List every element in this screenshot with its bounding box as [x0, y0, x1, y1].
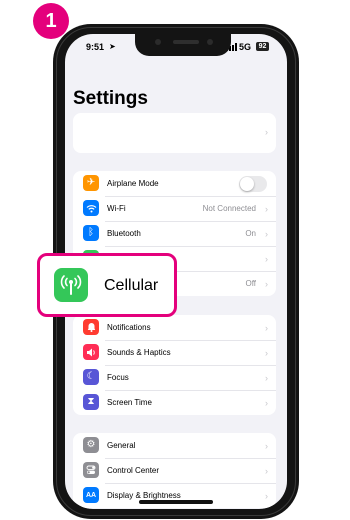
moon-icon: ☾ [83, 369, 99, 385]
display-icon: AA [83, 487, 99, 503]
row-value: On [245, 229, 256, 238]
notifications-group: Notifications › Sounds & Haptics › ☾ Foc… [73, 315, 276, 415]
row-label: Focus [107, 373, 129, 382]
chevron-right-icon: › [265, 372, 268, 383]
row-label: Airplane Mode [107, 179, 159, 188]
row-label: General [107, 441, 136, 450]
row-label: Notifications [107, 323, 151, 332]
row-value: Off [245, 279, 256, 288]
hourglass-icon: ⧗ [83, 394, 99, 410]
settings-row-control-center[interactable]: Control Center › [73, 458, 276, 483]
chevron-right-icon: › [265, 228, 268, 239]
speaker-icon [83, 344, 99, 360]
row-label: Control Center [107, 466, 160, 475]
battery-icon: 92 [256, 42, 269, 51]
chevron-right-icon: › [265, 253, 268, 264]
chevron-right-icon: › [265, 278, 268, 289]
home-indicator [139, 500, 213, 504]
gear-icon: ⚙ [83, 437, 99, 453]
settings-row-notifications[interactable]: Notifications › [73, 315, 276, 340]
settings-row-bluetooth[interactable]: ᛒ Bluetooth On › [73, 221, 276, 246]
chevron-right-icon: › [265, 127, 268, 137]
row-label: Wi-Fi [107, 204, 126, 213]
general-group: ⚙ General › Control Center › AA Display … [73, 433, 276, 508]
cellular-callout[interactable]: Cellular [37, 253, 177, 317]
callout-label: Cellular [104, 277, 159, 294]
page-title: Settings [73, 88, 148, 109]
settings-row-wifi[interactable]: Wi-Fi Not Connected › [73, 196, 276, 221]
cellular-icon [54, 268, 88, 302]
network-type: 5G [239, 42, 252, 52]
wifi-icon [83, 200, 99, 216]
row-label: Display & Brightness [107, 491, 181, 500]
chevron-right-icon: › [265, 203, 268, 214]
chevron-right-icon: › [265, 347, 268, 358]
chevron-right-icon: › [265, 322, 268, 333]
toggles-icon [83, 462, 99, 478]
bell-icon [83, 319, 99, 335]
row-value: Not Connected [202, 204, 256, 213]
settings-row-general[interactable]: ⚙ General › [73, 433, 276, 458]
row-label: Sounds & Haptics [107, 348, 171, 357]
step-number-badge: 1 [33, 3, 69, 39]
bluetooth-icon: ᛒ [83, 225, 99, 241]
airplane-mode-toggle[interactable] [239, 176, 267, 192]
chevron-right-icon: › [265, 397, 268, 408]
row-label: Screen Time [107, 398, 152, 407]
chevron-right-icon: › [265, 440, 268, 451]
airplane-icon: ✈ [83, 175, 99, 191]
chevron-right-icon: › [265, 490, 268, 501]
notch [135, 34, 231, 56]
location-icon: ➤ [109, 42, 116, 51]
settings-row-display-brightness[interactable]: AA Display & Brightness › [73, 483, 276, 508]
row-label: Bluetooth [107, 229, 141, 238]
apple-id-card[interactable]: › [73, 113, 276, 153]
settings-row-airplane-mode[interactable]: ✈ Airplane Mode [73, 171, 276, 196]
settings-row-screen-time[interactable]: ⧗ Screen Time › [73, 390, 276, 415]
settings-row-sounds-haptics[interactable]: Sounds & Haptics › [73, 340, 276, 365]
chevron-right-icon: › [265, 465, 268, 476]
settings-row-focus[interactable]: ☾ Focus › [73, 365, 276, 390]
status-time: 9:51 [86, 42, 105, 52]
